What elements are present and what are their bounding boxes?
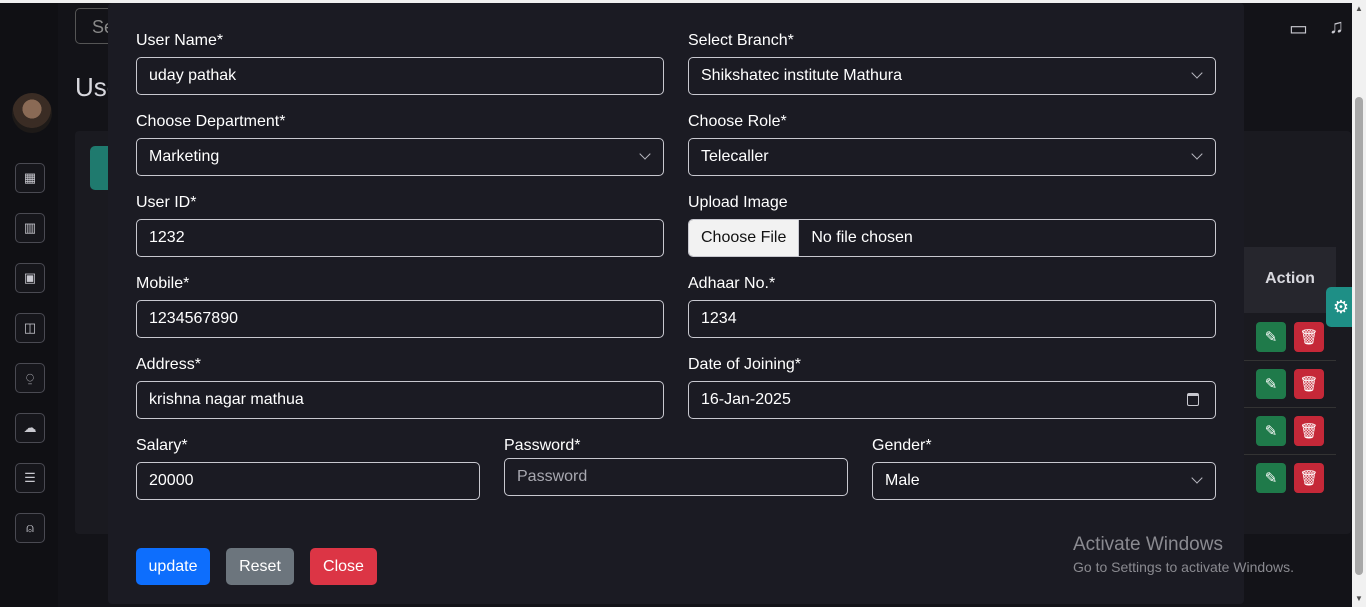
bell-icon[interactable]: ♫ xyxy=(1329,16,1344,39)
role-label: Choose Role* xyxy=(688,113,787,130)
edit-icon[interactable]: ✎ xyxy=(1256,416,1286,446)
user-id-value: 1232 xyxy=(149,229,185,246)
gender-value: Male xyxy=(885,472,920,489)
password-input[interactable]: Password xyxy=(504,458,848,496)
upload-image-label: Upload Image xyxy=(688,194,788,211)
chevron-down-icon xyxy=(639,148,651,160)
mobile-input[interactable]: 1234567890 xyxy=(136,300,664,338)
gender-select[interactable]: Male xyxy=(872,462,1216,500)
update-button[interactable]: update xyxy=(136,548,210,585)
checklist-icon[interactable]: ☰ xyxy=(15,463,45,493)
shopping-bag-icon[interactable]: ◫ xyxy=(15,313,45,343)
choose-file-button[interactable]: Choose File xyxy=(689,220,800,256)
delete-icon[interactable]: 🗑 xyxy=(1294,369,1324,399)
department-value: Marketing xyxy=(149,148,220,165)
date-of-joining-value: 16-Jan-2025 xyxy=(701,391,791,408)
branch-select[interactable]: Shikshatec institute Mathura xyxy=(688,57,1216,95)
activate-windows-title: Activate Windows xyxy=(1073,534,1223,555)
address-value: krishna nagar mathua xyxy=(149,391,304,408)
role-value: Telecaller xyxy=(701,148,769,165)
calendar-icon[interactable] xyxy=(1187,393,1199,406)
scroll-up-icon[interactable]: ▲ xyxy=(1354,4,1364,13)
upload-image-input[interactable]: Choose File No file chosen xyxy=(688,219,1216,257)
row-divider xyxy=(1244,454,1336,455)
cloud-icon[interactable]: ☁ xyxy=(15,413,45,443)
adhaar-value: 1234 xyxy=(701,310,737,327)
edit-icon[interactable]: ✎ xyxy=(1256,322,1286,352)
row-divider xyxy=(1244,407,1336,408)
branch-value: Shikshatec institute Mathura xyxy=(701,67,902,84)
sidebar: ▦ ▥ ▣ ◫ ⍜ ☁ ☰ ⍝ xyxy=(0,3,58,607)
gender-label: Gender* xyxy=(872,437,932,454)
branch-label: Select Branch* xyxy=(688,32,794,49)
adhaar-label: Adhaar No.* xyxy=(688,275,776,292)
action-column-header: Action xyxy=(1265,270,1315,287)
delete-icon[interactable]: 🗑 xyxy=(1294,463,1324,493)
address-label: Address* xyxy=(136,356,201,373)
user-icon[interactable]: ⍝ xyxy=(15,513,45,543)
delete-icon[interactable]: 🗑 xyxy=(1294,416,1324,446)
salary-label: Salary* xyxy=(136,437,188,454)
user-name-value: uday pathak xyxy=(149,67,237,84)
file-status: No file chosen xyxy=(811,229,913,246)
mobile-value: 1234567890 xyxy=(149,310,238,327)
user-id-input[interactable]: 1232 xyxy=(136,219,664,257)
password-placeholder: Password xyxy=(517,468,588,485)
department-label: Choose Department* xyxy=(136,113,286,130)
edit-icon[interactable]: ✎ xyxy=(1256,463,1286,493)
user-name-input[interactable]: uday pathak xyxy=(136,57,664,95)
user-name-label: User Name* xyxy=(136,32,224,49)
adhaar-input[interactable]: 1234 xyxy=(688,300,1216,338)
page-scrollbar[interactable]: ▲ ▼ xyxy=(1352,0,1366,607)
user-id-label: User ID* xyxy=(136,194,197,211)
delete-icon[interactable]: 🗑 xyxy=(1294,322,1324,352)
scroll-thumb[interactable] xyxy=(1355,97,1363,575)
chat-icon[interactable]: ▭ xyxy=(1289,16,1308,41)
date-of-joining-input[interactable]: 16-Jan-2025 xyxy=(688,381,1216,419)
scroll-down-icon[interactable]: ▼ xyxy=(1354,594,1364,603)
avatar[interactable] xyxy=(12,93,52,133)
address-input[interactable]: krishna nagar mathua xyxy=(136,381,664,419)
user-check-icon[interactable]: ⍜ xyxy=(15,363,45,393)
chevron-down-icon xyxy=(1191,148,1203,160)
activate-windows-subtitle: Go to Settings to activate Windows. xyxy=(1073,559,1294,575)
role-select[interactable]: Telecaller xyxy=(688,138,1216,176)
close-button[interactable]: Close xyxy=(310,548,377,585)
dashboard-icon[interactable]: ▦ xyxy=(15,163,45,193)
date-of-joining-label: Date of Joining* xyxy=(688,356,801,373)
briefcase-icon[interactable]: ▣ xyxy=(15,263,45,293)
chevron-down-icon xyxy=(1191,67,1203,79)
edit-icon[interactable]: ✎ xyxy=(1256,369,1286,399)
row-divider xyxy=(1244,360,1336,361)
department-select[interactable]: Marketing xyxy=(136,138,664,176)
salary-input[interactable]: 20000 xyxy=(136,462,480,500)
chevron-down-icon xyxy=(1191,472,1203,484)
reset-button[interactable]: Reset xyxy=(226,548,294,585)
book-icon[interactable]: ▥ xyxy=(15,213,45,243)
password-label: Password* xyxy=(504,437,581,454)
mobile-label: Mobile* xyxy=(136,275,190,292)
salary-value: 20000 xyxy=(149,472,194,489)
